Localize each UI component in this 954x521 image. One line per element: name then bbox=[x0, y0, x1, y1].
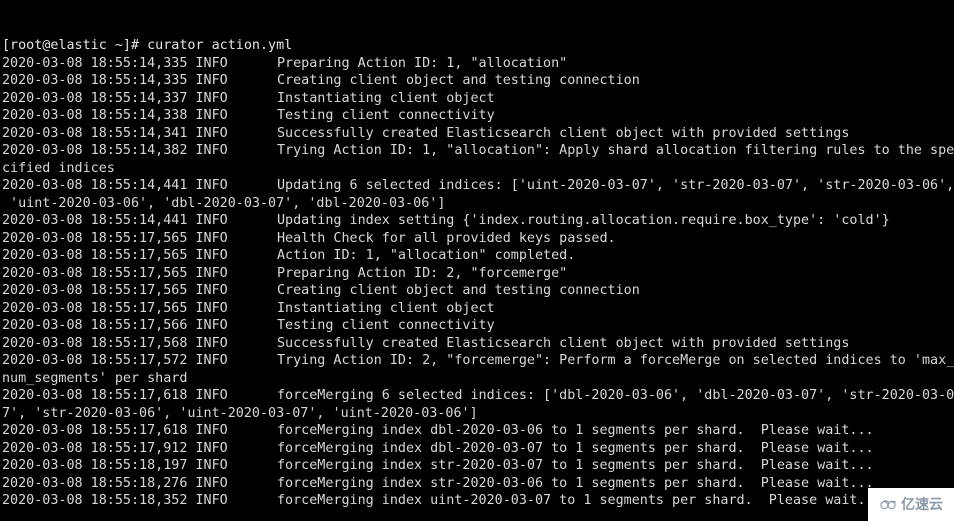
log-line: 2020-03-08 18:55:14,441 INFO Updating ind… bbox=[2, 212, 954, 230]
log-line: 2020-03-08 18:55:14,441 INFO Updating 6 s… bbox=[2, 177, 954, 195]
log-timestamp: 2020-03-08 18:55:18,197 INFO bbox=[2, 458, 228, 474]
log-line: 2020-03-08 18:55:17,565 INFO Health Check… bbox=[2, 230, 954, 248]
log-line: 2020-03-08 18:55:17,618 INFO forceMerging… bbox=[2, 387, 954, 405]
log-message: Testing client connectivity bbox=[277, 318, 495, 334]
log-timestamp: 2020-03-08 18:55:17,565 INFO bbox=[2, 230, 228, 246]
log-line: 2020-03-08 18:55:17,572 INFO Trying Actio… bbox=[2, 352, 954, 370]
log-line: 2020-03-08 18:55:14,382 INFO Trying Actio… bbox=[2, 142, 954, 160]
log-message: forceMerging index dbl-2020-03-06 to 1 s… bbox=[277, 423, 874, 439]
log-line-continuation: 7', 'str-2020-03-06', 'uint-2020-03-07',… bbox=[2, 405, 478, 421]
log-line-continuation: 'uint-2020-03-06', 'dbl-2020-03-07', 'db… bbox=[2, 195, 446, 211]
log-message: forceMerging index uint-2020-03-07 to 1 … bbox=[277, 493, 882, 509]
log-timestamp: 2020-03-08 18:55:14,335 INFO bbox=[2, 73, 228, 89]
log-timestamp: 2020-03-08 18:55:14,337 INFO bbox=[2, 90, 228, 106]
log-message: Health Check for all provided keys passe… bbox=[277, 230, 616, 246]
log-line: 2020-03-08 18:55:18,352 INFO forceMerging… bbox=[2, 492, 954, 510]
log-line: 2020-03-08 18:55:14,335 INFO Preparing Ac… bbox=[2, 55, 954, 73]
log-line: 2020-03-08 18:55:17,912 INFO forceMerging… bbox=[2, 440, 954, 458]
log-line: 2020-03-08 18:55:17,618 INFO forceMerging… bbox=[2, 422, 954, 440]
log-message: Trying Action ID: 1, "allocation": Apply… bbox=[277, 143, 954, 159]
log-timestamp: 2020-03-08 18:55:14,335 INFO bbox=[2, 55, 228, 71]
log-message: forceMerging 6 selected indices: ['dbl-2… bbox=[277, 388, 954, 404]
log-timestamp: 2020-03-08 18:55:18,352 INFO bbox=[2, 493, 228, 509]
log-line: 2020-03-08 18:55:14,341 INFO Successfully… bbox=[2, 125, 954, 143]
log-message: Creating client object and testing conne… bbox=[277, 283, 640, 299]
log-timestamp: 2020-03-08 18:55:17,565 INFO bbox=[2, 265, 228, 281]
log-timestamp: 2020-03-08 18:55:17,912 INFO bbox=[2, 440, 228, 456]
log-timestamp: 2020-03-08 18:55:14,338 INFO bbox=[2, 108, 228, 124]
watermark-text: 亿速云 bbox=[901, 496, 943, 513]
log-line: 2020-03-08 18:55:14,335 INFO Creating cli… bbox=[2, 72, 954, 90]
log-line: 2020-03-08 18:55:17,568 INFO Successfully… bbox=[2, 335, 954, 353]
log-timestamp: 2020-03-08 18:55:14,382 INFO bbox=[2, 143, 228, 159]
log-line: 2020-03-08 18:55:17,565 INFO Instantiatin… bbox=[2, 300, 954, 318]
log-message: Preparing Action ID: 1, "allocation" bbox=[277, 55, 568, 71]
log-timestamp: 2020-03-08 18:55:17,618 INFO bbox=[2, 388, 228, 404]
log-message: forceMerging index str-2020-03-07 to 1 s… bbox=[277, 458, 874, 474]
watermark-overlay: 亿速云 bbox=[868, 488, 954, 521]
log-line: 2020-03-08 18:55:17,565 INFO Action ID: 1… bbox=[2, 247, 954, 265]
log-message: Creating client object and testing conne… bbox=[277, 73, 640, 89]
log-line-continuation: cified indices bbox=[2, 160, 115, 176]
log-line: 2020-03-08 18:55:17,566 INFO Testing clie… bbox=[2, 317, 954, 335]
log-message: Updating index setting {'index.routing.a… bbox=[277, 213, 890, 229]
log-timestamp: 2020-03-08 18:55:14,441 INFO bbox=[2, 213, 228, 229]
log-timestamp: 2020-03-08 18:55:14,341 INFO bbox=[2, 125, 228, 141]
log-message: Action ID: 1, "allocation" completed. bbox=[277, 248, 576, 264]
log-line: 2020-03-08 18:55:17,565 INFO Preparing Ac… bbox=[2, 265, 954, 283]
log-message: forceMerging index str-2020-03-06 to 1 s… bbox=[277, 475, 874, 491]
log-timestamp: 2020-03-08 18:55:17,618 INFO bbox=[2, 423, 228, 439]
log-line: 2020-03-08 18:55:18,276 INFO forceMerging… bbox=[2, 475, 954, 493]
log-message: Testing client connectivity bbox=[277, 108, 495, 124]
log-message: forceMerging index dbl-2020-03-07 to 1 s… bbox=[277, 440, 874, 456]
log-timestamp: 2020-03-08 18:55:14,441 INFO bbox=[2, 178, 228, 194]
log-line: 2020-03-08 18:55:18,197 INFO forceMerging… bbox=[2, 457, 954, 475]
log-timestamp: 2020-03-08 18:55:18,276 INFO bbox=[2, 475, 228, 491]
log-message: Preparing Action ID: 2, "forcemerge" bbox=[277, 265, 568, 281]
log-message: Instantiating client object bbox=[277, 300, 495, 316]
prompt-line: [root@elastic ~]# curator action.yml bbox=[2, 38, 293, 54]
terminal-output: [root@elastic ~]# curator action.yml 2020… bbox=[2, 37, 954, 510]
log-line: 2020-03-08 18:55:14,337 INFO Instantiatin… bbox=[2, 90, 954, 108]
log-line: 2020-03-08 18:55:17,565 INFO Creating cli… bbox=[2, 282, 954, 300]
log-message: Trying Action ID: 2, "forcemerge": Perfo… bbox=[277, 353, 954, 369]
log-timestamp: 2020-03-08 18:55:17,565 INFO bbox=[2, 283, 228, 299]
log-timestamp: 2020-03-08 18:55:17,572 INFO bbox=[2, 353, 228, 369]
log-timestamp: 2020-03-08 18:55:17,565 INFO bbox=[2, 300, 228, 316]
log-message: Successfully created Elasticsearch clien… bbox=[277, 335, 850, 351]
log-timestamp: 2020-03-08 18:55:17,565 INFO bbox=[2, 248, 228, 264]
log-message: Successfully created Elasticsearch clien… bbox=[277, 125, 850, 141]
log-line-continuation: num_segments' per shard bbox=[2, 370, 188, 386]
log-message: Updating 6 selected indices: ['uint-2020… bbox=[277, 178, 954, 194]
terminal-window[interactable]: [root@elastic ~]# curator action.yml 2020… bbox=[0, 0, 954, 521]
log-timestamp: 2020-03-08 18:55:17,568 INFO bbox=[2, 335, 228, 351]
cloud-icon bbox=[880, 500, 897, 510]
log-line: 2020-03-08 18:55:14,338 INFO Testing clie… bbox=[2, 107, 954, 125]
log-timestamp: 2020-03-08 18:55:17,566 INFO bbox=[2, 318, 228, 334]
log-message: Instantiating client object bbox=[277, 90, 495, 106]
